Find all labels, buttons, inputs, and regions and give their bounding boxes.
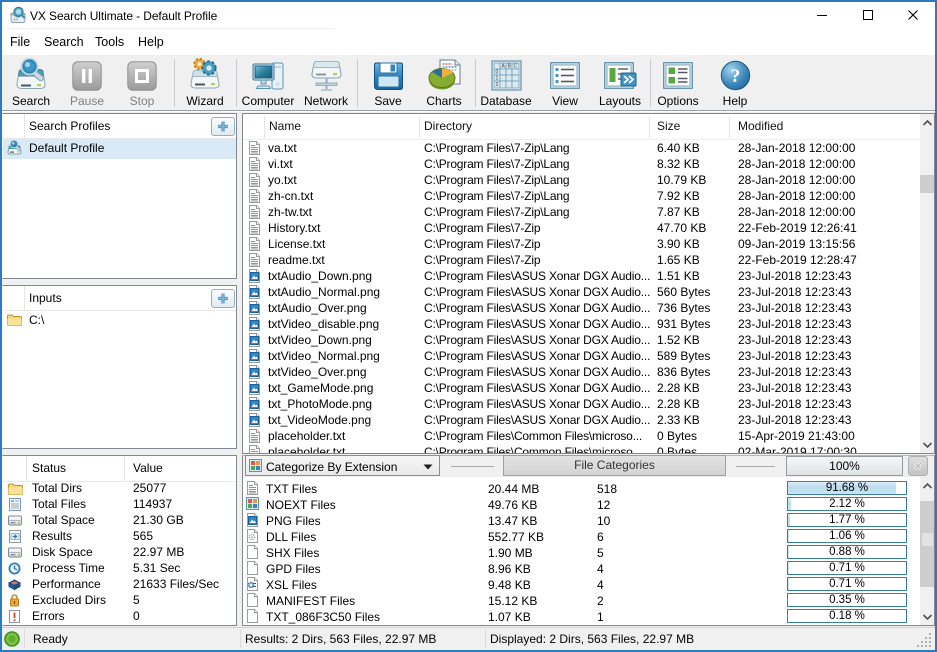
svg-text:?: ? xyxy=(731,66,741,87)
svg-text:1: 1 xyxy=(496,76,499,82)
svg-text:C: C xyxy=(514,64,518,70)
svg-text:2: 2 xyxy=(496,82,499,88)
